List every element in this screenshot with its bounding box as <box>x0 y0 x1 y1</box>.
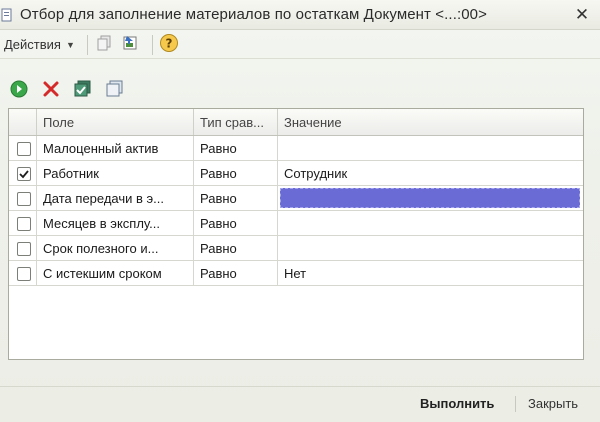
cell-field[interactable]: С истекшим сроком <box>37 261 194 286</box>
cell-field[interactable]: Месяцев в эксплу... <box>37 211 194 236</box>
cell-comparison[interactable]: Равно <box>194 186 278 211</box>
row-checkbox[interactable] <box>17 166 31 181</box>
cell-comparison[interactable]: Равно <box>194 161 278 186</box>
row-checkbox[interactable] <box>17 216 31 231</box>
export-icon <box>121 34 139 55</box>
filter-dialog: Отбор для заполнение материалов по остат… <box>0 0 600 422</box>
cell-value-text: Нет <box>284 266 307 281</box>
close-window-button[interactable]: ✕ <box>572 5 592 25</box>
cell-value[interactable] <box>278 211 583 236</box>
cell-field[interactable]: Дата передачи в э... <box>37 186 194 211</box>
window-title: Отбор для заполнение материалов по остат… <box>20 6 487 23</box>
cell-comparison[interactable]: Равно <box>194 236 278 261</box>
svg-text:?: ? <box>165 37 172 51</box>
cell-comparison[interactable]: Равно <box>194 136 278 161</box>
actions-menu-label: Действия <box>4 37 61 52</box>
cell-field[interactable]: Малоценный актив <box>37 136 194 161</box>
title-bar: Отбор для заполнение материалов по остат… <box>0 0 600 30</box>
grid-toolbar <box>8 78 126 102</box>
document-icon <box>0 7 14 23</box>
cell-value[interactable]: Нет <box>278 261 583 286</box>
delete-row-button[interactable] <box>40 79 62 101</box>
cell-value[interactable] <box>278 136 583 161</box>
add-row-button[interactable] <box>8 79 30 101</box>
cell-value[interactable]: Сотрудник <box>278 161 583 186</box>
row-check-cell <box>9 211 37 236</box>
close-button[interactable]: Закрыть <box>528 396 578 411</box>
cell-value[interactable] <box>278 236 583 261</box>
delete-icon <box>42 80 60 101</box>
header-check-column <box>9 109 37 135</box>
table-row[interactable]: С истекшим сроком Равно Нет <box>9 261 583 286</box>
selected-cell-highlight[interactable] <box>280 188 580 208</box>
uncheck-all-icon <box>105 79 125 102</box>
column-header-comparison[interactable]: Тип срав... <box>194 109 278 135</box>
help-button[interactable]: ? <box>157 33 181 57</box>
cell-field[interactable]: Работник <box>37 161 194 186</box>
filter-table: Поле Тип срав... Значение Малоценный акт… <box>8 108 584 360</box>
table-header: Поле Тип срав... Значение <box>9 109 583 136</box>
table-row[interactable]: Месяцев в эксплу... Равно <box>9 211 583 236</box>
toolbar-divider <box>86 34 88 55</box>
copy-icon <box>95 34 113 55</box>
actions-menu[interactable]: Действия ▼ <box>0 33 79 57</box>
toolbar-divider <box>151 34 153 55</box>
table-row[interactable]: Дата передачи в э... Равно <box>9 186 583 211</box>
check-all-button[interactable] <box>72 79 94 101</box>
footer-button-divider <box>515 396 516 412</box>
close-icon: ✕ <box>574 5 590 24</box>
row-check-cell <box>9 161 37 186</box>
cell-field[interactable]: Срок полезного и... <box>37 236 194 261</box>
row-checkbox[interactable] <box>17 266 31 281</box>
cell-value-text: Сотрудник <box>284 166 348 181</box>
row-checkbox[interactable] <box>17 241 31 256</box>
table-row[interactable]: Работник Равно Сотрудник <box>9 161 583 186</box>
main-toolbar: Действия ▼ ? <box>0 31 600 59</box>
table-row[interactable]: Малоценный актив Равно <box>9 136 583 161</box>
table-row[interactable]: Срок полезного и... Равно <box>9 236 583 261</box>
row-checkbox[interactable] <box>17 191 31 206</box>
export-button[interactable] <box>118 33 142 57</box>
row-checkbox[interactable] <box>17 141 31 156</box>
cell-value[interactable] <box>278 186 583 211</box>
row-check-cell <box>9 186 37 211</box>
help-icon: ? <box>159 33 179 56</box>
row-check-cell <box>9 136 37 161</box>
check-all-icon <box>73 79 93 102</box>
uncheck-all-button[interactable] <box>104 79 126 101</box>
cell-comparison[interactable]: Равно <box>194 261 278 286</box>
copy-button[interactable] <box>92 33 116 57</box>
add-icon <box>9 79 29 102</box>
footer-divider <box>0 386 600 387</box>
column-header-value[interactable]: Значение <box>278 109 583 135</box>
row-check-cell <box>9 236 37 261</box>
row-check-cell <box>9 261 37 286</box>
run-button[interactable]: Выполнить <box>420 396 494 411</box>
cell-comparison[interactable]: Равно <box>194 211 278 236</box>
chevron-down-icon: ▼ <box>65 39 75 50</box>
column-header-field[interactable]: Поле <box>37 109 194 135</box>
